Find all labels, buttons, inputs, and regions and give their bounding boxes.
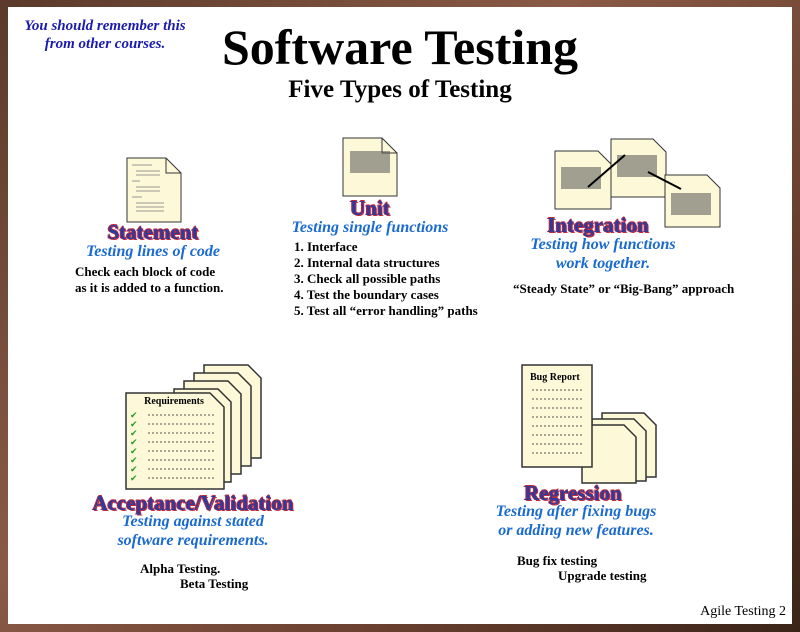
bug-report-doc-title: Bug Report bbox=[530, 372, 580, 383]
regression-upgrade: Upgrade testing bbox=[558, 568, 647, 583]
integration-subheading-line: work together. bbox=[555, 255, 651, 272]
acceptance-subheading: Testing against stated software requirem… bbox=[98, 512, 288, 550]
unit-heading: Unit bbox=[350, 196, 390, 220]
unit-item: 2. Internal data structures bbox=[294, 255, 440, 270]
unit-item: 4. Test the boundary cases bbox=[294, 287, 439, 302]
regression-bugfix: Bug fix testing bbox=[517, 553, 598, 568]
bug-report-documents-icon: Bug Report bbox=[521, 364, 657, 484]
integration-subheading: Testing how functions work together. bbox=[508, 235, 698, 273]
statement-line: Check each block of code bbox=[75, 264, 216, 279]
regression-subheading: Testing after fixing bugs or adding new … bbox=[476, 502, 676, 540]
requirements-doc-title: Requirements bbox=[144, 396, 204, 407]
unit-item: 3. Check all possible paths bbox=[294, 271, 441, 286]
statement-heading: Statement bbox=[107, 220, 199, 244]
unit-checklist: 1. Interface 2. Internal data structures… bbox=[294, 239, 478, 319]
acceptance-subheading-line: software requirements. bbox=[117, 532, 269, 549]
integration-subheading-line: Testing how functions bbox=[530, 236, 676, 253]
code-document-icon bbox=[126, 157, 182, 223]
slide-subtitle: Five Types of Testing bbox=[288, 76, 512, 103]
acceptance-beta: Beta Testing bbox=[180, 576, 249, 591]
requirements-documents-icon: Requirements ✔✔✔✔✔✔✔✔ bbox=[125, 364, 262, 490]
unit-item: 1. Interface bbox=[294, 239, 358, 254]
integration-approach: “Steady State” or “Big-Bang” approach bbox=[513, 281, 735, 296]
function-document-icon bbox=[342, 137, 398, 197]
regression-subheading-line: Testing after fixing bugs bbox=[495, 503, 657, 520]
unit-subheading: Testing single functions bbox=[291, 219, 449, 236]
integration-heading: Integration bbox=[547, 213, 649, 237]
slide: You should remember this from other cour… bbox=[8, 7, 792, 624]
unit-item: 5. Test all “error handling” paths bbox=[294, 303, 478, 318]
acceptance-alpha: Alpha Testing. bbox=[140, 561, 221, 576]
slide-title: Software Testing bbox=[221, 19, 579, 75]
slide-footer: Agile Testing 2 bbox=[700, 604, 786, 619]
statement-line: as it is added to a function. bbox=[75, 280, 224, 295]
svg-text:✔: ✔ bbox=[130, 474, 138, 484]
statement-subheading: Testing lines of code bbox=[85, 243, 221, 260]
statement-description: Check each block of code as it is added … bbox=[75, 264, 223, 296]
regression-subheading-line: or adding new features. bbox=[498, 522, 654, 539]
acceptance-subheading-line: Testing against stated bbox=[122, 513, 264, 530]
